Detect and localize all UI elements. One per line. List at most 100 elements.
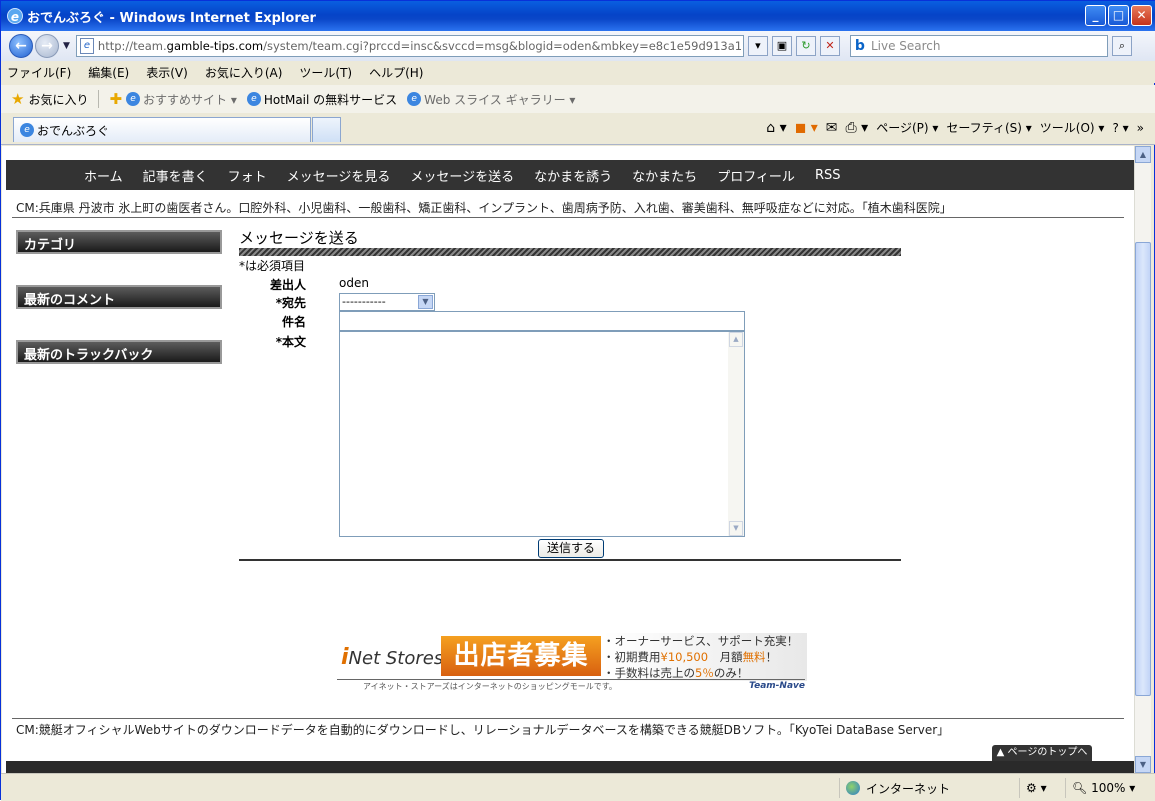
sidebar-category: カテゴリ [16, 230, 222, 254]
banner-subtext: アイネット・ストアーズはインターネットのショッピングモールです。 [363, 682, 617, 691]
nav-rss[interactable]: RSS [815, 168, 841, 183]
nav-view-messages[interactable]: メッセージを見る [287, 166, 391, 185]
separator [98, 90, 100, 108]
banner-headline: 出店者募集中！ [441, 636, 601, 711]
hotmail-link[interactable]: e HotMail の無料サービス [246, 91, 398, 108]
stop-button[interactable]: ✕ [819, 36, 840, 56]
scroll-up-icon[interactable]: ▲ [1135, 146, 1151, 163]
menu-tools[interactable]: ツール(T) [299, 64, 352, 81]
settings-icon: ⚙ ▾ [1026, 781, 1047, 795]
banner-pct: 5％ [695, 666, 714, 680]
web-slice-gallery-link[interactable]: e Web スライス ギャラリー ▾ [407, 91, 575, 108]
tools-menu[interactable]: ツール(O) ▾ [1040, 119, 1105, 136]
new-tab-button[interactable] [312, 117, 341, 142]
to-select[interactable]: ----------- ▼ [339, 293, 435, 311]
nav-write-post[interactable]: 記事を書く [143, 166, 208, 185]
zoom-icon: 🔍︎ [1072, 781, 1088, 795]
banner-price: ¥10,500 [660, 650, 709, 664]
chevron-down-icon[interactable]: ▼ [418, 295, 433, 309]
send-button[interactable]: 送信する [538, 539, 604, 558]
menu-view[interactable]: 表示(V) [146, 64, 188, 81]
search-input[interactable]: b Live Search [849, 35, 1108, 57]
hotmail-label: HotMail の無料サービス [263, 92, 398, 107]
body-textarea[interactable]: ▲ ▼ [339, 331, 745, 537]
zoom-level: 100% [1091, 781, 1126, 795]
banner-line3-a: ・手数料は売上の [603, 666, 695, 680]
tab-oden-blog[interactable]: e おでんぶろぐ [13, 117, 311, 142]
textarea-scrollbar[interactable]: ▲ ▼ [728, 332, 744, 536]
favorites-bar: ★ お気に入り ✚ e おすすめサイト ▾ e HotMail の無料サービス eW… [1, 85, 1155, 113]
address-bar[interactable]: e http://team. gamble-tips.com/system/tea… [75, 35, 744, 57]
address-suffix: /system/team.cgi?prccd=insc&svccd=msg&bl… [263, 39, 743, 53]
tab-title: おでんぶろぐ [37, 123, 110, 138]
recent-pages-dropdown[interactable]: ▼ [63, 41, 70, 51]
help-menu[interactable]: ? ▾ [1112, 121, 1128, 135]
banner-line-2: ・初期費用¥10,500 月額無料！ [603, 649, 807, 665]
scrollbar-thumb[interactable] [1135, 242, 1151, 696]
scroll-up-icon[interactable]: ▲ [729, 332, 743, 347]
scroll-down-icon[interactable]: ▼ [729, 521, 743, 536]
print-icon[interactable]: ⎙ ▾ [846, 120, 869, 136]
page-scrollbar[interactable]: ▲ ▼ [1134, 146, 1151, 773]
window-title: おでんぶろぐ - Windows Internet Explorer [27, 10, 316, 26]
more-chevron-icon[interactable]: » [1137, 121, 1144, 135]
add-favorite-icon[interactable]: ✚ [109, 90, 122, 108]
nav-invite[interactable]: なかまを誘う [534, 166, 612, 185]
globe-icon [846, 781, 860, 795]
refresh-button[interactable]: ↻ [795, 36, 816, 56]
nav-home[interactable]: ホーム [84, 166, 123, 185]
menu-favorites[interactable]: お気に入り(A) [205, 64, 283, 81]
sender-label: 差出人 [269, 278, 306, 292]
forward-button[interactable]: → [35, 34, 59, 58]
suggested-sites-link[interactable]: e おすすめサイト ▾ [126, 91, 237, 108]
divider [12, 217, 1124, 218]
sidebar-latest-trackbacks: 最新のトラックバック [16, 340, 222, 364]
address-prefix: http://team. [97, 39, 167, 53]
to-label: *宛先 [275, 296, 306, 310]
subject-input[interactable] [339, 311, 745, 331]
mail-icon[interactable]: ✉ [826, 120, 838, 136]
page-top-button[interactable]: ▲ ページのトップへ [992, 745, 1092, 761]
maximize-button[interactable]: □ [1108, 5, 1129, 26]
site-footer-bar [6, 761, 1134, 773]
command-bar: ⌂ ▾ ◼ ▾ ✉ ⎙ ▾ ページ(P) ▾ セーフティ(S) ▾ ツール(O)… [766, 119, 1144, 136]
scroll-down-icon[interactable]: ▼ [1135, 756, 1151, 773]
nav-friends[interactable]: なかまたち [632, 166, 697, 185]
close-button[interactable]: ✕ [1131, 5, 1152, 26]
banner-underline [337, 679, 805, 680]
nav-profile[interactable]: プロフィール [717, 166, 795, 185]
back-button[interactable]: ← [9, 34, 33, 58]
minimize-button[interactable]: _ [1085, 5, 1106, 26]
nav-photo[interactable]: フォト [228, 166, 267, 185]
page-content: ホーム 記事を書く フォト メッセージを見る メッセージを送る なかまを誘う な… [2, 146, 1134, 773]
zoom-control[interactable]: 🔍︎ 100% ▾ [1065, 778, 1145, 798]
page-icon: e [79, 38, 94, 54]
web-slice-label: Web スライス ギャラリー ▾ [424, 92, 576, 107]
cm-bottom-link[interactable]: CM:競艇オフィシャルWebサイトのダウンロードデータを自動的にダウンロードし、… [16, 721, 949, 738]
home-icon[interactable]: ⌂ ▾ [766, 120, 786, 136]
suggested-sites-label: おすすめサイト ▾ [143, 92, 237, 107]
net-stores-banner[interactable]: iNet Stores 出店者募集中！ ・オーナーサービス、サポート充実！ ・初… [335, 631, 807, 711]
body-label: *本文 [275, 335, 306, 349]
menu-bar: ファイル(F) 編集(E) 表示(V) お気に入り(A) ツール(T) ヘルプ(… [1, 61, 1155, 83]
banner-logo-i: i [341, 645, 349, 670]
banner-free: 無料 [742, 650, 766, 664]
page-menu[interactable]: ページ(P) ▾ [876, 119, 938, 136]
favorites-button[interactable]: お気に入り [28, 91, 88, 108]
search-button[interactable]: ⌕ [1111, 36, 1132, 56]
protected-mode-indicator[interactable]: ⚙ ▾ [1019, 778, 1063, 798]
live-search-icon: b [854, 38, 865, 54]
feeds-icon[interactable]: ◼ ▾ [795, 120, 818, 136]
nav-send-message[interactable]: メッセージを送る [410, 166, 514, 185]
banner-line3-b: のみ！ [713, 666, 749, 680]
menu-file[interactable]: ファイル(F) [7, 64, 71, 81]
form-divider [239, 559, 901, 561]
menu-help[interactable]: ヘルプ(H) [369, 64, 423, 81]
compatibility-icon[interactable]: ▣ [771, 36, 792, 56]
search-placeholder: Live Search [870, 39, 941, 53]
cm-top-link[interactable]: CM:兵庫県 丹波市 氷上町の歯医者さん。口腔外科、小児歯科、一般歯科、矯正歯科… [16, 199, 952, 216]
banner-line2-c: ！ [765, 650, 778, 664]
address-dropdown-button[interactable]: ▾ [747, 36, 768, 56]
safety-menu[interactable]: セーフティ(S) ▾ [946, 119, 1031, 136]
menu-edit[interactable]: 編集(E) [88, 64, 129, 81]
